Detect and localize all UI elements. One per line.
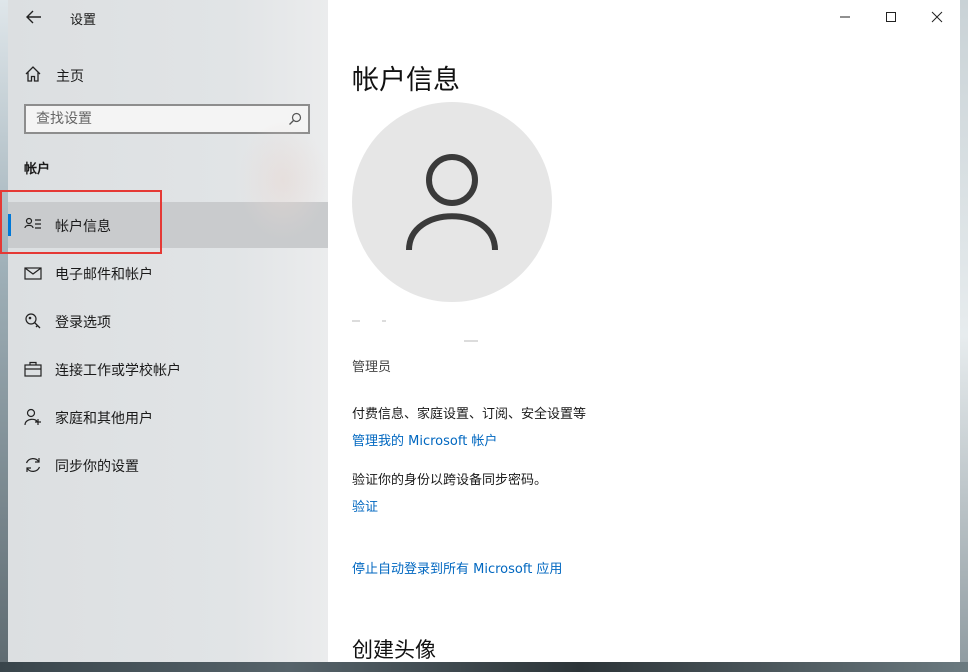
nav-label: 电子邮件和帐户 xyxy=(55,267,153,283)
account-role: 管理员 xyxy=(352,360,392,375)
settings-window: 设置 主页 帐户 帐户信息 xyxy=(0,0,960,662)
home-nav-item[interactable]: 主页 xyxy=(8,58,328,90)
nav-item-sync-settings[interactable]: 同步你的设置 xyxy=(8,442,328,488)
mail-icon xyxy=(24,267,42,280)
close-button[interactable] xyxy=(914,0,960,34)
nav-label: 登录选项 xyxy=(55,315,111,331)
search-icon[interactable] xyxy=(288,112,302,126)
user-icon xyxy=(406,154,498,251)
nav-label: 连接工作或学校帐户 xyxy=(55,363,181,379)
nav-label: 家庭和其他用户 xyxy=(55,411,153,427)
redacted-name-mark xyxy=(464,340,478,342)
desktop-background-right xyxy=(960,0,968,672)
page-title: 帐户信息 xyxy=(352,65,460,96)
minimize-icon xyxy=(840,16,850,18)
stop-auto-signin-link[interactable]: 停止自动登录到所有 Microsoft 应用 xyxy=(352,558,562,577)
section-title: 帐户 xyxy=(24,162,51,177)
manage-account-link[interactable]: 管理我的 Microsoft 帐户 xyxy=(352,430,497,449)
nav-item-sign-in-options[interactable]: 登录选项 xyxy=(8,298,328,344)
maximize-icon xyxy=(886,12,896,22)
title-bar: 设置 xyxy=(8,0,328,34)
home-label: 主页 xyxy=(56,69,84,85)
nav-item-family-users[interactable]: 家庭和其他用户 xyxy=(8,394,328,440)
person-add-icon xyxy=(24,408,41,426)
close-icon xyxy=(931,11,943,23)
back-button[interactable] xyxy=(20,5,48,29)
billing-description: 付费信息、家庭设置、订阅、安全设置等 xyxy=(352,407,587,422)
verify-description: 验证你的身份以跨设备同步密码。 xyxy=(352,473,548,488)
key-icon xyxy=(25,313,41,329)
verify-link[interactable]: 验证 xyxy=(352,496,378,515)
sidebar: 设置 主页 帐户 帐户信息 xyxy=(8,0,328,662)
redacted-name-mark xyxy=(382,320,386,322)
back-arrow-icon xyxy=(26,10,41,24)
desktop-background-left xyxy=(0,0,8,672)
sync-icon xyxy=(25,458,41,472)
app-title: 设置 xyxy=(70,13,97,28)
nav-item-work-school[interactable]: 连接工作或学校帐户 xyxy=(8,346,328,392)
create-avatar-heading: 创建头像 xyxy=(352,638,436,662)
caption-buttons xyxy=(822,0,960,34)
taskbar-strip xyxy=(0,662,968,672)
nav-item-email-accounts[interactable]: 电子邮件和帐户 xyxy=(8,250,328,296)
minimize-button[interactable] xyxy=(822,0,868,34)
search-box xyxy=(24,104,310,134)
avatar[interactable] xyxy=(352,102,552,302)
briefcase-icon xyxy=(24,361,42,377)
redacted-name-mark xyxy=(352,320,360,322)
highlight-box xyxy=(0,190,162,254)
search-input[interactable] xyxy=(26,106,286,132)
nav-label: 同步你的设置 xyxy=(55,459,139,475)
home-icon xyxy=(25,66,41,82)
maximize-button[interactable] xyxy=(868,0,914,34)
